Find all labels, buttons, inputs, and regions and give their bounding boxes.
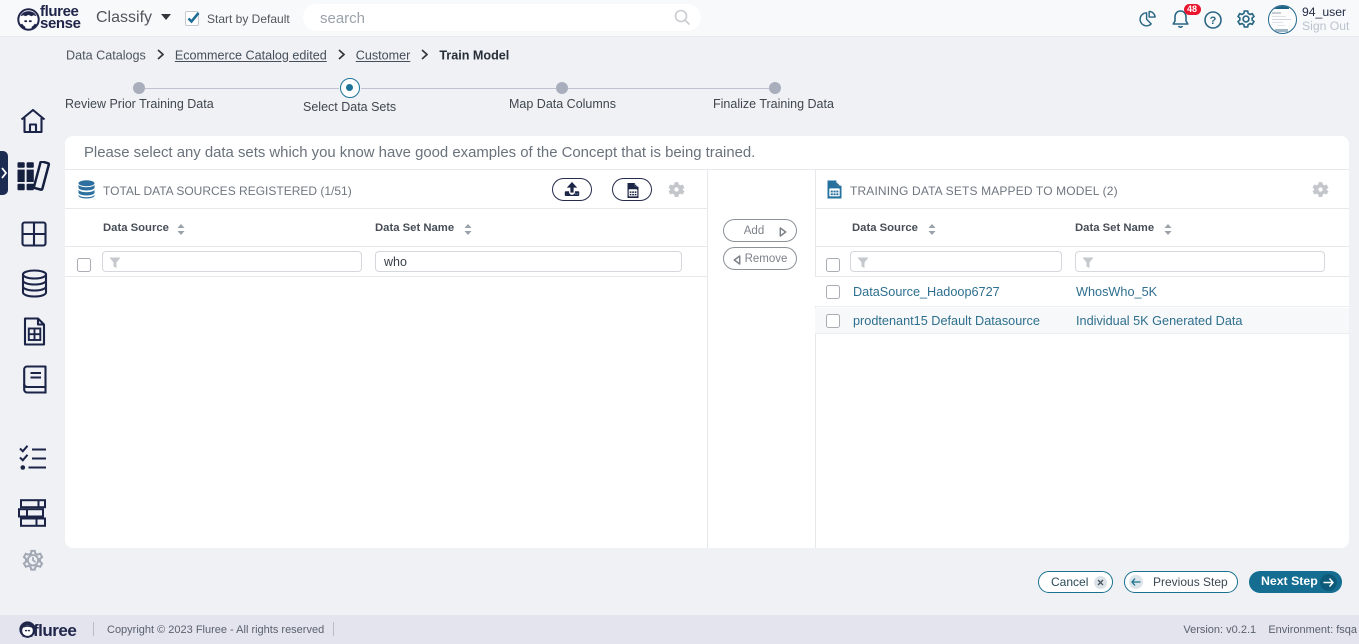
svg-text:?: ? xyxy=(1210,15,1217,27)
